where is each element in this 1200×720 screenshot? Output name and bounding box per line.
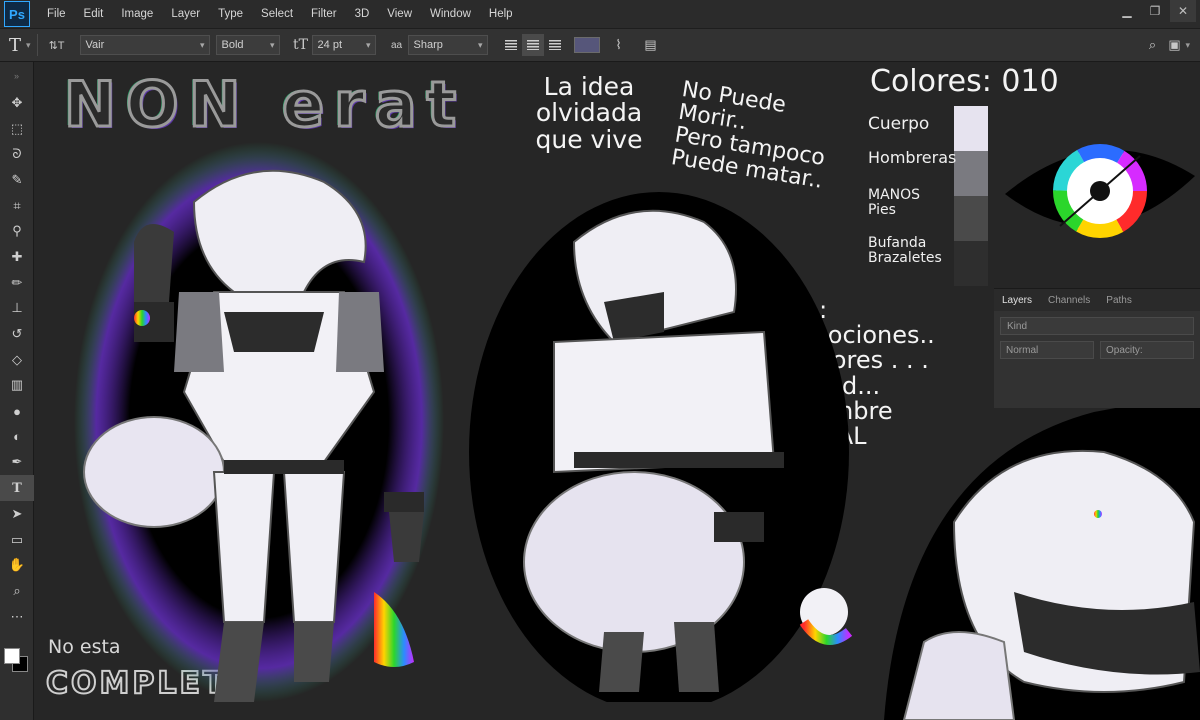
label-bufanda-brazaletes: Bufanda Brazaletes <box>868 235 942 267</box>
align-left-button[interactable] <box>500 34 522 56</box>
type-icon[interactable]: T <box>0 475 34 501</box>
font-style-select[interactable]: Bold <box>215 35 280 55</box>
workspace-icon[interactable]: ▣ <box>1163 34 1185 56</box>
photoshop-logo: Ps <box>4 1 30 27</box>
layers-blend-row: Normal Opacity: <box>1000 341 1194 359</box>
move-icon[interactable]: ✥ <box>0 90 34 116</box>
colores-title: Colores: 010 <box>870 64 1059 99</box>
menu-view[interactable]: View <box>378 8 421 20</box>
options-bar: T ▾ ⇅T Vair Bold tT 24 pt aa Sharp ⌇ ▤ ⌕… <box>0 28 1200 62</box>
color-swatches <box>954 106 988 286</box>
label-cuerpo: Cuerpo <box>868 114 930 134</box>
menu-window[interactable]: Window <box>421 8 480 20</box>
swatch-manos-pies <box>954 196 988 241</box>
align-right-button[interactable] <box>544 34 566 56</box>
label-hombreras: Hombreras <box>868 148 957 167</box>
tab-paths[interactable]: Paths <box>1098 295 1140 306</box>
swatch-bufanda-brazaletes <box>954 241 988 286</box>
menu-file[interactable]: File <box>38 8 75 20</box>
menu-3d[interactable]: 3D <box>346 8 379 20</box>
blur-icon[interactable]: ● <box>0 398 34 424</box>
font-size-value: 24 pt <box>317 39 342 51</box>
menu-select[interactable]: Select <box>252 8 302 20</box>
brush-icon[interactable]: ✏ <box>0 270 34 296</box>
opacity-label: Opacity: <box>1106 344 1143 356</box>
menu-help[interactable]: Help <box>480 8 522 20</box>
swatch-hombreras <box>954 151 988 196</box>
zoom-icon[interactable]: ⌕ <box>0 578 34 604</box>
character-front-drawing <box>74 142 444 702</box>
text-orientation-icon[interactable]: ⇅T <box>44 34 70 56</box>
eyedropper-icon[interactable]: ⚲ <box>0 218 34 244</box>
divider <box>36 34 38 56</box>
history-brush-icon[interactable]: ↺ <box>0 321 34 347</box>
menu-type[interactable]: Type <box>209 8 252 20</box>
layers-panel: Layers Channels Paths Kind Normal Opacit… <box>994 288 1200 408</box>
foreground-color-swatch[interactable] <box>4 648 20 664</box>
blend-mode-value: Normal <box>1006 344 1039 356</box>
align-right-icon <box>548 40 561 50</box>
character-back-drawing <box>469 192 853 702</box>
font-size-icon: tT <box>293 37 309 53</box>
menu-edit[interactable]: Edit <box>75 8 113 20</box>
layers-kind-label: Kind <box>1007 320 1028 332</box>
menu-image[interactable]: Image <box>112 8 162 20</box>
close-button[interactable]: ✕ <box>1170 0 1196 22</box>
quick-select-icon[interactable]: ✎ <box>0 167 34 193</box>
marquee-icon[interactable]: ⬚ <box>0 116 34 142</box>
character-panel-icon[interactable]: ▤ <box>640 34 662 56</box>
align-center-button[interactable] <box>521 34 544 56</box>
window-controls: ▁ ❐ ✕ <box>1114 0 1196 22</box>
font-family-value: Vair <box>85 39 105 51</box>
swatch-cuerpo <box>954 106 988 151</box>
anti-alias-select[interactable]: Sharp <box>407 35 488 55</box>
menu-bar: Ps File Edit Image Layer Type Select Fil… <box>0 0 1200 28</box>
tab-layers[interactable]: Layers <box>994 295 1040 306</box>
lasso-icon[interactable]: ᘐ <box>0 141 34 167</box>
clone-stamp-icon[interactable]: ⊥ <box>0 296 34 322</box>
path-select-icon[interactable]: ➤ <box>0 501 34 527</box>
anti-alias-value: Sharp <box>413 39 443 51</box>
tab-channels[interactable]: Channels <box>1040 295 1098 306</box>
minimize-button[interactable]: ▁ <box>1114 0 1140 22</box>
opacity-field[interactable]: Opacity: <box>1100 341 1194 359</box>
font-style-value: Bold <box>221 39 244 51</box>
color-wheel-eye <box>1005 144 1195 238</box>
blend-mode-select[interactable]: Normal <box>1000 341 1094 359</box>
idea-caption: La idea olvidada que vive <box>535 72 643 154</box>
restore-button[interactable]: ❐ <box>1142 0 1168 22</box>
character-closeup-drawing <box>884 392 1200 720</box>
color-picker[interactable] <box>4 644 32 672</box>
eraser-icon[interactable]: ◇ <box>0 347 34 373</box>
document-canvas[interactable]: NON erat La idea olvidada que vive No Pu… <box>34 62 1200 720</box>
text-color-swatch[interactable] <box>573 37 600 53</box>
anti-alias-icon: aa <box>390 39 403 51</box>
menu-filter[interactable]: Filter <box>302 8 346 20</box>
align-center-icon <box>526 40 539 50</box>
gradient-icon[interactable]: ▥ <box>0 373 34 399</box>
tools-panel-grip: » <box>13 71 19 81</box>
menu-layer[interactable]: Layer <box>162 8 209 20</box>
label-manos-pies: MANOS Pies <box>868 187 921 219</box>
warp-text-icon[interactable]: ⌇ <box>608 34 630 56</box>
healing-icon[interactable]: ✚ <box>0 244 34 270</box>
crop-icon[interactable]: ⌗ <box>0 193 34 219</box>
dodge-icon[interactable]: ◐ <box>0 424 34 450</box>
artwork-title: NON erat <box>62 68 467 141</box>
hand-icon[interactable]: ✋ <box>0 552 34 578</box>
font-family-select[interactable]: Vair <box>79 35 210 55</box>
no-puede-caption: No Puede Morir.. Pero tampoco Puede mata… <box>669 77 827 195</box>
font-size-select[interactable]: 24 pt <box>311 35 376 55</box>
tools-panel: » ✥ ⬚ ᘐ ✎ ⌗ ⚲ ✚ ✏ ⊥ ↺ ◇ ▥ ● ◐ ✒ T ➤ ▭ ✋ … <box>0 62 34 720</box>
pen-icon[interactable]: ✒ <box>0 450 34 476</box>
search-icon[interactable]: ⌕ <box>1141 34 1163 56</box>
panel-tabs: Layers Channels Paths <box>994 289 1200 311</box>
layers-kind-filter[interactable]: Kind <box>1000 317 1194 335</box>
shape-icon[interactable]: ▭ <box>0 527 34 553</box>
align-left-icon <box>504 40 517 50</box>
more-icon[interactable]: ⋯ <box>0 604 34 630</box>
